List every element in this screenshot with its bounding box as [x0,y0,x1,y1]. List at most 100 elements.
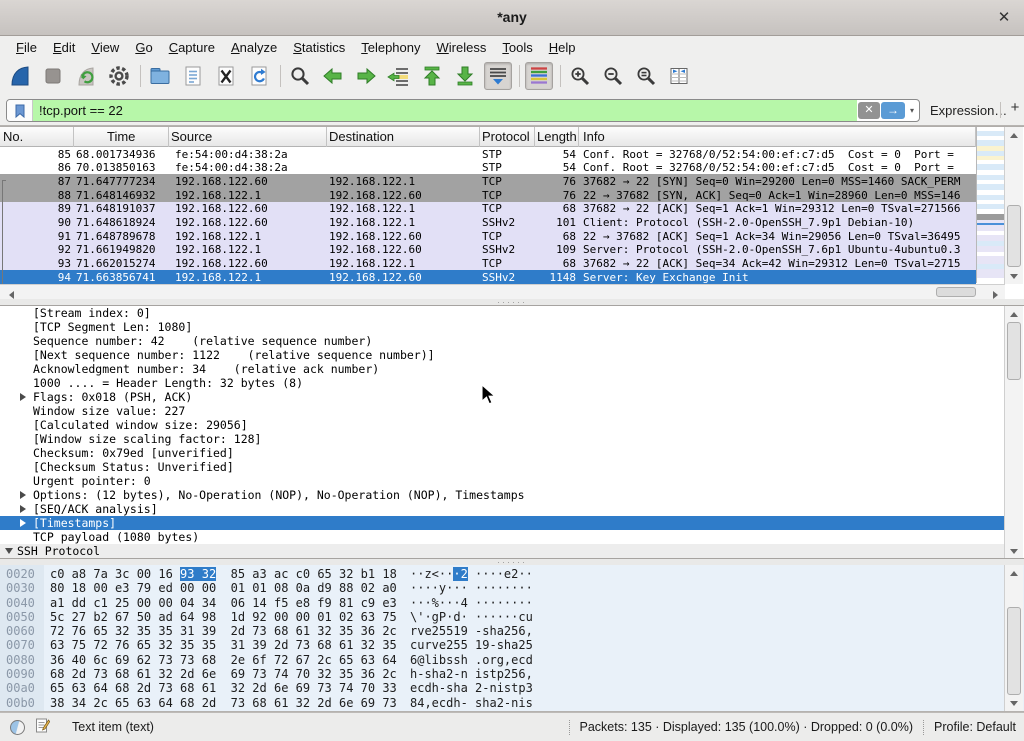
detail-line-0[interactable]: [Stream index: 0] [0,306,1005,320]
detail-line-11[interactable]: [Checksum Status: Unverified] [0,460,1005,474]
scroll-up-icon[interactable] [1005,128,1023,142]
column-header-info[interactable]: Info [579,127,976,147]
go-back-button[interactable] [319,62,347,90]
expression-button[interactable]: Expression… [930,103,1007,118]
detail-line-14[interactable]: [SEQ/ACK analysis] [0,502,1005,516]
find-packet-button[interactable] [286,62,314,90]
packet-row-88[interactable]: 8871.648146932192.168.122.1192.168.122.6… [0,188,976,202]
go-first-packet-button[interactable] [418,62,446,90]
capture-options-button[interactable] [105,62,133,90]
hex-row-0020[interactable]: 0020c0 a8 7a 3c 00 16 93 32 85 a3 ac c0 … [0,567,1005,581]
column-header-no[interactable]: No. [0,127,74,147]
go-to-packet-button[interactable] [385,62,413,90]
detail-line-5[interactable]: 1000 .... = Header Length: 32 bytes (8) [0,376,1005,390]
hex-row-0040[interactable]: 0040a1 dd c1 25 00 00 04 34 06 14 f5 e8 … [0,596,1005,610]
hex-row-0090[interactable]: 009068 2d 73 68 61 32 2d 6e 69 73 74 70 … [0,667,1005,681]
details-vscrollbar[interactable] [1004,306,1023,559]
menu-tools[interactable]: Tools [494,38,540,57]
zoom-reset-button[interactable] [632,62,660,90]
packet-list-hscroll-thumb[interactable] [936,287,976,297]
detail-line-7[interactable]: Window size value: 227 [0,404,1005,418]
reload-file-button[interactable] [245,62,273,90]
packet-row-91[interactable]: 9171.648789678192.168.122.1192.168.122.6… [0,229,976,243]
menu-edit[interactable]: Edit [45,38,83,57]
zoom-out-button[interactable] [599,62,627,90]
filter-apply-button[interactable]: → [881,102,905,119]
hex-row-0060[interactable]: 006072 76 65 32 35 35 31 39 2d 73 68 61 … [0,624,1005,638]
close-window-button[interactable]: ✕ [994,8,1014,28]
stop-capture-button[interactable] [39,62,67,90]
save-file-button[interactable] [179,62,207,90]
filter-dropdown-caret[interactable]: ▾ [905,106,919,115]
expand-icon[interactable] [20,505,26,513]
auto-scroll-button[interactable] [484,62,512,90]
menu-capture[interactable]: Capture [161,38,223,57]
detail-line-15[interactable]: [Timestamps] [0,516,1005,530]
zoom-in-button[interactable] [566,62,594,90]
detail-line-3[interactable]: [Next sequence number: 1122 (relative se… [0,348,1005,362]
restart-capture-button[interactable] [72,62,100,90]
packet-row-89[interactable]: 8971.648191037192.168.122.60192.168.122.… [0,202,976,216]
column-header-source[interactable]: Source [169,127,327,147]
packet-row-86[interactable]: 8670.013850163fe:54:00:d4:38:2aSTP54Conf… [0,161,976,175]
expand-icon[interactable] [20,393,26,401]
hex-row-0050[interactable]: 00505c 27 b2 67 50 ad 64 98 1d 92 00 00 … [0,610,1005,624]
column-header-protocol[interactable]: Protocol [480,127,535,147]
go-last-packet-button[interactable] [451,62,479,90]
bytes-vscrollbar[interactable] [1004,565,1023,711]
display-filter-input[interactable] [33,100,857,121]
collapse-icon[interactable] [5,548,13,554]
detail-line-8[interactable]: [Calculated window size: 29056] [0,418,1005,432]
menu-statistics[interactable]: Statistics [285,38,353,57]
scroll-up-icon[interactable] [1005,566,1023,580]
column-header-destination[interactable]: Destination [327,127,480,147]
resize-columns-button[interactable] [665,62,693,90]
scroll-up-icon[interactable] [1005,307,1023,321]
expert-info-icon[interactable] [10,720,25,735]
capture-comment-icon[interactable] [35,717,50,737]
hex-row-00a0[interactable]: 00a065 63 64 68 2d 73 68 61 32 2d 6e 69 … [0,681,1005,695]
detail-line-1[interactable]: [TCP Segment Len: 1080] [0,320,1005,334]
detail-line-16[interactable]: TCP payload (1080 bytes) [0,530,1005,544]
packet-row-87[interactable]: 8771.647777234192.168.122.60192.168.122.… [0,174,976,188]
packet-list-scroll-thumb[interactable] [1007,205,1021,267]
scroll-down-icon[interactable] [1005,696,1023,710]
packet-map-scrollbar[interactable] [976,127,1004,283]
expand-icon[interactable] [20,519,26,527]
open-file-button[interactable] [146,62,174,90]
packet-list-vscrollbar[interactable] [1004,127,1023,284]
scroll-down-icon[interactable] [1005,544,1023,558]
menu-analyze[interactable]: Analyze [223,38,285,57]
hex-row-0070[interactable]: 007063 75 72 76 65 32 35 35 31 39 2d 73 … [0,638,1005,652]
close-file-button[interactable] [212,62,240,90]
filter-clear-button[interactable]: ✕ [858,102,880,119]
detail-line-13[interactable]: Options: (12 bytes), No-Operation (NOP),… [0,488,1005,502]
status-profile[interactable]: Profile: Default [934,720,1016,734]
scroll-down-icon[interactable] [1005,269,1023,283]
bytes-scroll-thumb[interactable] [1007,607,1021,695]
column-header-length[interactable]: Length [535,127,579,147]
hex-row-0080[interactable]: 008036 40 6c 69 62 73 73 68 2e 6f 72 67 … [0,653,1005,667]
menu-file[interactable]: File [8,38,45,57]
detail-line-10[interactable]: Checksum: 0x79ed [unverified] [0,446,1005,460]
detail-line-12[interactable]: Urgent pointer: 0 [0,474,1005,488]
detail-line-2[interactable]: Sequence number: 42 (relative sequence n… [0,334,1005,348]
details-scroll-thumb[interactable] [1007,322,1021,380]
colorize-packets-button[interactable] [525,62,553,90]
menu-view[interactable]: View [83,38,127,57]
menu-go[interactable]: Go [127,38,160,57]
detail-line-4[interactable]: Acknowledgment number: 34 (relative ack … [0,362,1005,376]
packet-row-85[interactable]: 8568.001734936fe:54:00:d4:38:2aSTP54Conf… [0,147,976,161]
detail-line-6[interactable]: Flags: 0x018 (PSH, ACK) [0,390,1005,404]
packet-row-93[interactable]: 9371.662015274192.168.122.60192.168.122.… [0,257,976,271]
start-capture-button[interactable] [6,62,34,90]
filter-bookmark-button[interactable] [7,100,33,121]
hex-row-0030[interactable]: 003080 18 00 e3 79 ed 00 00 01 01 08 0a … [0,581,1005,595]
menu-telephony[interactable]: Telephony [353,38,428,57]
column-header-time[interactable]: Time [74,127,169,147]
packet-row-92[interactable]: 9271.661949820192.168.122.1192.168.122.6… [0,243,976,257]
detail-line-9[interactable]: [Window size scaling factor: 128] [0,432,1005,446]
packet-row-94[interactable]: 9471.663856741192.168.122.1192.168.122.6… [0,270,976,284]
detail-line-17[interactable]: SSH Protocol [0,544,1005,558]
menu-wireless[interactable]: Wireless [429,38,495,57]
